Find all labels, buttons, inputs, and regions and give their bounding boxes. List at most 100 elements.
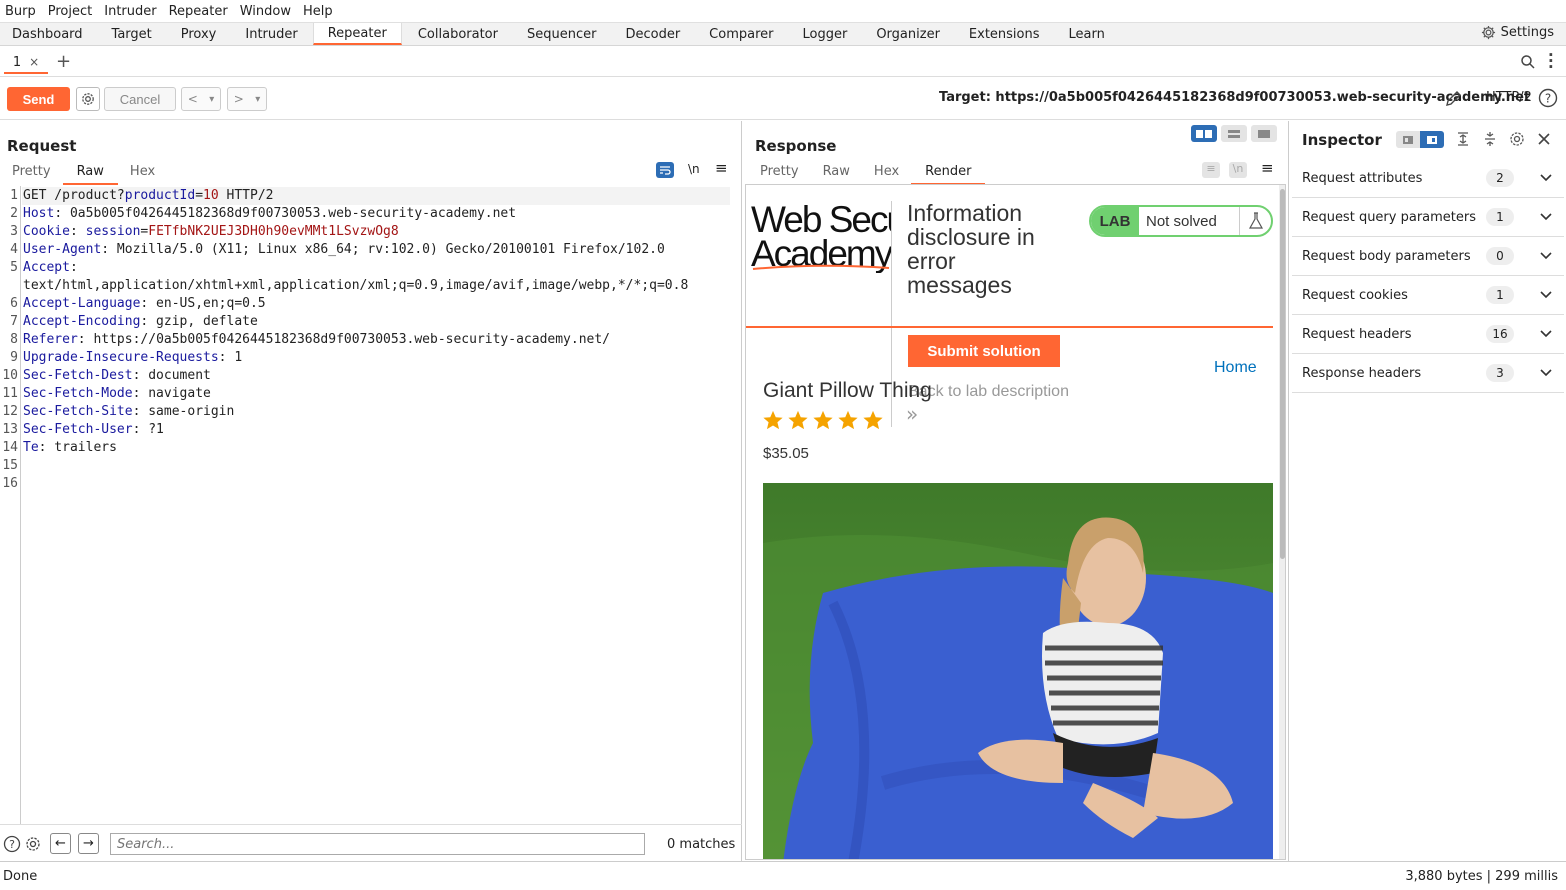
collapse-all-icon[interactable] [1482, 131, 1498, 147]
response-tab-hex[interactable]: Hex [862, 164, 911, 185]
next-match-button[interactable]: → [78, 833, 99, 854]
split-horizontal-button[interactable] [1191, 125, 1217, 142]
request-editor[interactable]: 1 2 3 4 5 6 7 8 9 10 11 12 13 14 15 16 GET /product?pro… [0, 186, 742, 824]
newline-toggle[interactable]: \n [688, 162, 700, 176]
search-input[interactable] [110, 833, 645, 855]
chevron-down-icon[interactable] [1539, 210, 1553, 224]
tab-target[interactable]: Target [104, 23, 160, 45]
pencil-icon[interactable] [1444, 88, 1464, 108]
tab-learn[interactable]: Learn [1061, 23, 1113, 45]
tab-extensions[interactable]: Extensions [961, 23, 1048, 45]
wrap-toggle-icon[interactable] [656, 162, 674, 178]
inspector-row-response-headers[interactable]: Response headers 3 [1292, 354, 1564, 393]
request-line: Cookie: session=FETfbNK2UEJ3DH0h90evMMt1… [23, 223, 399, 241]
menu-item-repeater[interactable]: Repeater [168, 4, 235, 19]
menu-item-window[interactable]: Window [239, 4, 298, 19]
line-text: : same-origin [132, 404, 235, 419]
web-security-academy-logo[interactable]: Web Secu Academy [751, 203, 891, 273]
line-text: : navigate [132, 386, 211, 401]
submit-solution-button[interactable]: Submit solution [908, 335, 1060, 367]
more-options-icon[interactable]: · · · [1548, 48, 1554, 75]
menu-item-intruder[interactable]: Intruder [103, 4, 163, 19]
tab-sequencer[interactable]: Sequencer [519, 23, 604, 45]
chevron-down-icon[interactable]: ▾ [209, 94, 214, 105]
render-scrollbar-thumb[interactable] [1280, 189, 1285, 559]
chevron-down-icon[interactable] [1539, 327, 1553, 341]
tab-dashboard[interactable]: Dashboard [4, 23, 91, 45]
header-name: Host [23, 206, 55, 221]
menu-item-project[interactable]: Project [47, 4, 99, 19]
header-underline [746, 326, 1273, 328]
help-icon[interactable]: ? [3, 835, 21, 853]
close-icon[interactable] [1537, 132, 1551, 146]
chevron-down-icon[interactable]: ▾ [255, 94, 260, 105]
menu-item-burp[interactable]: Burp [4, 4, 43, 19]
forward-button[interactable]: > ▾ [227, 87, 267, 111]
expand-all-icon[interactable] [1455, 131, 1471, 147]
send-options-button[interactable] [76, 87, 100, 111]
tab-collaborator[interactable]: Collaborator [410, 23, 506, 45]
chevron-down-icon[interactable] [1539, 171, 1553, 185]
menu-item-help[interactable]: Help [302, 4, 340, 19]
settings-button[interactable]: Settings [1481, 25, 1554, 40]
star-icon [838, 410, 858, 430]
tab-organizer[interactable]: Organizer [868, 23, 948, 45]
inspector-right-layout-button[interactable] [1420, 131, 1444, 148]
response-tab-render[interactable]: Render [911, 164, 986, 185]
newline-toggle[interactable]: \n [1229, 162, 1247, 178]
close-icon[interactable]: × [29, 55, 39, 69]
request-tab-hex[interactable]: Hex [118, 164, 167, 185]
back-to-lab-link[interactable]: Back to lab description [908, 383, 1069, 401]
request-tab-pretty[interactable]: Pretty [0, 164, 63, 185]
header-name: Te [23, 440, 39, 455]
inspector-row-request-attributes[interactable]: Request attributes 2 [1292, 159, 1564, 198]
star-icon [763, 410, 783, 430]
line-number: 3 [10, 224, 18, 239]
request-tab-raw[interactable]: Raw [62, 164, 118, 185]
svg-text:?: ? [1545, 92, 1551, 106]
gear-icon[interactable] [24, 835, 42, 853]
star-icon [813, 410, 833, 430]
tab-repeater[interactable]: Repeater [312, 23, 402, 45]
tab-decoder[interactable]: Decoder [617, 23, 688, 45]
wrap-toggle-icon[interactable]: ≡ [1202, 162, 1220, 178]
home-link[interactable]: Home [1214, 359, 1257, 377]
menu-icon[interactable]: ≡ [1261, 159, 1274, 177]
protocol-label[interactable]: HTTP/2 [1486, 90, 1532, 105]
response-tab-pretty[interactable]: Pretty [748, 164, 811, 185]
chevron-down-icon[interactable] [1539, 288, 1553, 302]
request-view-tabs: Pretty Raw Hex [0, 164, 167, 185]
tab-logger[interactable]: Logger [795, 23, 856, 45]
tab-comparer[interactable]: Comparer [701, 23, 781, 45]
render-view[interactable]: Web Secu Academy Information disclosure i… [745, 184, 1286, 860]
tabbed-view-button[interactable] [1251, 125, 1277, 142]
add-tab-button[interactable]: + [56, 51, 71, 72]
help-icon[interactable]: ? [1538, 88, 1558, 108]
menu-icon[interactable]: ≡ [715, 159, 728, 177]
main-tabs: Dashboard Target Proxy Intruder Repeater Coll… [0, 22, 1566, 46]
match-count: 0 matches [667, 837, 736, 852]
line-number: 5 [10, 260, 18, 275]
chevron-down-icon[interactable] [1539, 366, 1553, 380]
inspector-row-request-query-parameters[interactable]: Request query parameters 1 [1292, 198, 1564, 237]
line-number: 1 [10, 188, 18, 203]
chevron-left-icon: < [187, 92, 198, 106]
arrow-left-icon: ← [55, 836, 66, 851]
cancel-button[interactable]: Cancel [104, 87, 176, 111]
inspector-row-request-headers[interactable]: Request headers 16 [1292, 315, 1564, 354]
send-button[interactable]: Send [7, 87, 70, 111]
repeater-tab-1[interactable]: 1 × [4, 52, 48, 74]
inspector-row-request-cookies[interactable]: Request cookies 1 [1292, 276, 1564, 315]
inspector-left-layout-button[interactable] [1396, 131, 1420, 148]
tab-proxy[interactable]: Proxy [173, 23, 225, 45]
back-button[interactable]: < ▾ [181, 87, 221, 111]
search-icon[interactable] [1520, 54, 1536, 70]
split-vertical-button[interactable] [1221, 125, 1247, 142]
previous-match-button[interactable]: ← [50, 833, 71, 854]
chevron-down-icon[interactable] [1539, 249, 1553, 263]
tab-intruder[interactable]: Intruder [237, 23, 305, 45]
inspector-row-request-body-parameters[interactable]: Request body parameters 0 [1292, 237, 1564, 276]
header-name: session [85, 224, 141, 239]
response-tab-raw[interactable]: Raw [811, 164, 862, 185]
gear-icon[interactable] [1508, 130, 1526, 148]
